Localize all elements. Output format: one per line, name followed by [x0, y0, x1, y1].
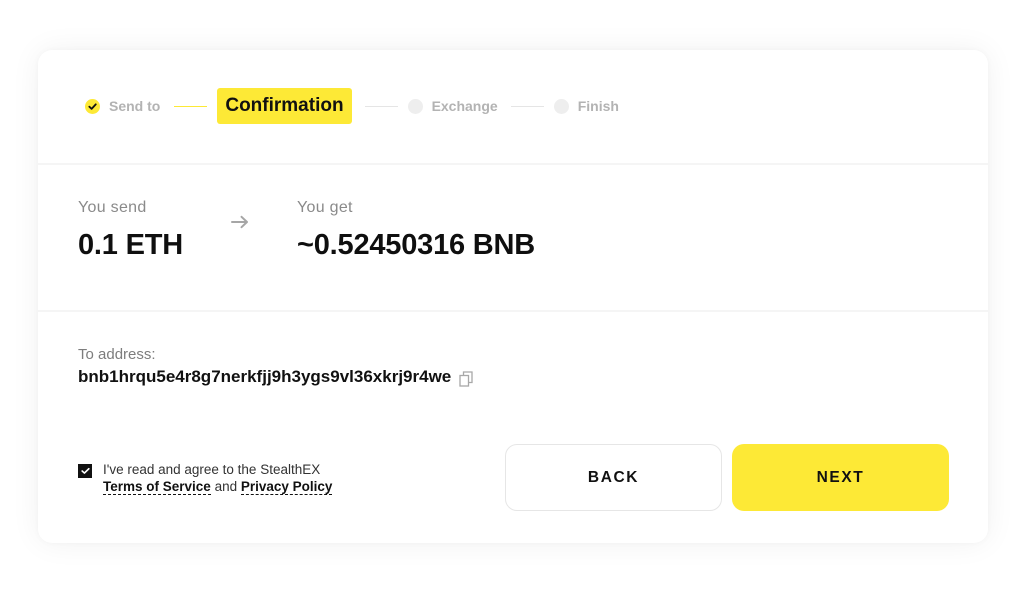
step-finish: Finish: [553, 98, 619, 114]
step-send-to: Send to: [85, 98, 160, 114]
address-label: To address:: [78, 346, 156, 363]
step-exchange: Exchange: [407, 98, 498, 114]
divider: [38, 163, 988, 165]
exchange-confirmation-card: Send to Confirmation Exchange Finish You…: [38, 50, 988, 543]
step-label: Exchange: [431, 98, 498, 114]
send-amount: You send 0.1 ETH: [78, 199, 183, 262]
divider: [38, 310, 988, 312]
step-label: Confirmation: [225, 95, 344, 116]
agreement-text: I've read and agree to the StealthEX Ter…: [103, 461, 333, 495]
agree-checkbox[interactable]: [78, 464, 92, 478]
step-label: Send to: [109, 98, 161, 114]
next-button[interactable]: NEXT: [732, 444, 949, 511]
agreement-prefix: I've read and agree to the StealthEX: [103, 462, 321, 477]
back-button[interactable]: BACK: [505, 444, 722, 511]
privacy-policy-link[interactable]: Privacy Policy: [240, 479, 333, 495]
get-value: ~0.52450316 BNB: [297, 229, 536, 261]
check-icon: [80, 467, 90, 474]
step-confirmation: Confirmation: [217, 88, 352, 124]
agreement-conjunction: and: [214, 479, 238, 494]
step-label: Finish: [577, 98, 619, 114]
arrow-right-icon: [231, 215, 248, 229]
get-amount: You get ~0.52450316 BNB: [297, 199, 535, 262]
get-label: You get: [297, 199, 353, 216]
step-connector: [174, 105, 208, 107]
check-icon: [85, 98, 100, 114]
step-connector: [510, 105, 544, 107]
pending-dot-icon: [407, 98, 423, 114]
progress-stepper: Send to Confirmation Exchange Finish: [85, 88, 619, 124]
copy-icon[interactable]: [459, 371, 473, 387]
pending-dot-icon: [553, 98, 569, 114]
send-value: 0.1 ETH: [78, 229, 183, 261]
step-connector: [364, 105, 398, 107]
terms-of-service-link[interactable]: Terms of Service: [103, 479, 211, 495]
send-label: You send: [78, 199, 147, 216]
address-row: bnb1hrqu5e4r8g7nerkfjj9h3ygs9vl36xkrj9r4…: [78, 367, 473, 387]
address-value: bnb1hrqu5e4r8g7nerkfjj9h3ygs9vl36xkrj9r4…: [78, 367, 452, 386]
terms-agreement: I've read and agree to the StealthEX Ter…: [78, 461, 333, 495]
